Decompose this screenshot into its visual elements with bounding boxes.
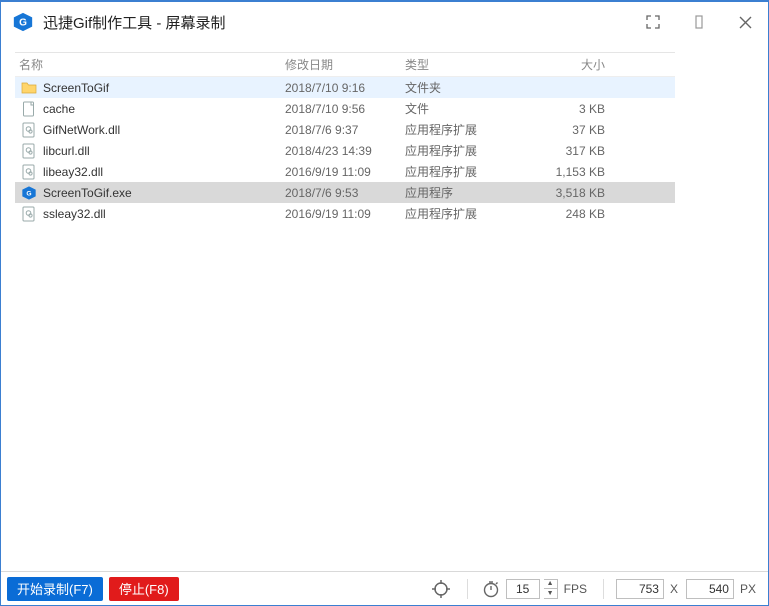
file-size: 248 KB xyxy=(515,207,615,221)
file-row[interactable]: libeay32.dll2016/9/19 11:09应用程序扩展1,153 K… xyxy=(15,161,675,182)
fps-spin-up[interactable]: ▲ xyxy=(544,580,557,590)
file-row[interactable]: G ScreenToGif.exe2018/7/6 9:53应用程序3,518 K… xyxy=(15,182,675,203)
fps-input[interactable] xyxy=(506,579,540,599)
footer-bar: 开始录制(F7) 停止(F8) xyxy=(1,571,768,605)
exe-icon: G xyxy=(21,185,37,201)
footer-separator-2 xyxy=(603,579,604,599)
close-icon xyxy=(739,16,752,29)
file-name: GifNetWork.dll xyxy=(43,123,285,137)
file-size: 317 KB xyxy=(515,144,615,158)
file-date: 2016/9/19 11:09 xyxy=(285,165,405,179)
file-list-header[interactable]: 名称 修改日期 类型 大小 xyxy=(15,53,675,77)
target-button[interactable] xyxy=(427,575,455,603)
timer-icon xyxy=(482,580,500,598)
file-row[interactable]: ssleay32.dll2016/9/19 11:09应用程序扩展248 KB xyxy=(15,203,675,224)
dll-icon xyxy=(21,164,37,180)
file-row[interactable]: libcurl.dll2018/4/23 14:39应用程序扩展317 KB xyxy=(15,140,675,161)
dll-icon xyxy=(21,143,37,159)
minimize-button[interactable] xyxy=(676,2,722,42)
folder-icon xyxy=(21,80,37,96)
column-header-name[interactable]: 名称 xyxy=(15,56,285,73)
file-name: libcurl.dll xyxy=(43,144,285,158)
minimize-icon xyxy=(692,15,706,29)
maximize-icon xyxy=(646,15,660,29)
dll-icon xyxy=(21,122,37,138)
file-date: 2018/7/10 9:56 xyxy=(285,102,405,116)
file-type: 应用程序 xyxy=(405,184,515,201)
file-name: ScreenToGif xyxy=(43,81,285,95)
file-size: 37 KB xyxy=(515,123,615,137)
column-header-type[interactable]: 类型 xyxy=(405,56,515,73)
app-logo-icon: G xyxy=(11,10,35,34)
file-name: ssleay32.dll xyxy=(43,207,285,221)
width-input[interactable] xyxy=(616,579,664,599)
column-header-date[interactable]: 修改日期 xyxy=(285,56,405,73)
file-row[interactable]: cache2018/7/10 9:56文件3 KB xyxy=(15,98,675,119)
file-date: 2018/7/6 9:37 xyxy=(285,123,405,137)
file-type: 文件 xyxy=(405,100,515,117)
file-date: 2018/7/10 9:16 xyxy=(285,81,405,95)
content-area: 名称 修改日期 类型 大小 ScreenToGif2018/7/10 9:16文… xyxy=(1,42,768,571)
stop-record-button[interactable]: 停止(F8) xyxy=(109,577,179,601)
column-header-size[interactable]: 大小 xyxy=(515,56,615,73)
file-size: 1,153 KB xyxy=(515,165,615,179)
start-record-button[interactable]: 开始录制(F7) xyxy=(7,577,103,601)
file-size: 3,518 KB xyxy=(515,186,615,200)
file-date: 2018/7/6 9:53 xyxy=(285,186,405,200)
px-unit-label: PX xyxy=(740,582,756,596)
file-name: cache xyxy=(43,102,285,116)
fps-spin-down[interactable]: ▼ xyxy=(544,589,557,598)
file-type: 应用程序扩展 xyxy=(405,163,515,180)
svg-text:G: G xyxy=(26,190,31,197)
file-name: libeay32.dll xyxy=(43,165,285,179)
size-x-label: X xyxy=(670,582,678,596)
fps-unit-label: FPS xyxy=(564,582,587,596)
app-window: G 迅捷Gif制作工具 - 屏幕录制 名称 修改日期 类型 xyxy=(0,0,769,606)
timer-button[interactable] xyxy=(480,575,502,603)
titlebar: G 迅捷Gif制作工具 - 屏幕录制 xyxy=(1,2,768,42)
file-icon xyxy=(21,101,37,117)
file-row[interactable]: GifNetWork.dll2018/7/6 9:37应用程序扩展37 KB xyxy=(15,119,675,140)
file-type: 应用程序扩展 xyxy=(405,142,515,159)
height-input[interactable] xyxy=(686,579,734,599)
fps-spinner[interactable]: ▲ ▼ xyxy=(544,579,558,599)
target-icon xyxy=(431,579,451,599)
fps-group: ▲ ▼ FPS xyxy=(480,575,591,603)
close-button[interactable] xyxy=(722,2,768,42)
file-type: 文件夹 xyxy=(405,79,515,96)
file-pane: 名称 修改日期 类型 大小 ScreenToGif2018/7/10 9:16文… xyxy=(15,52,675,224)
footer-separator-1 xyxy=(467,579,468,599)
file-size: 3 KB xyxy=(515,102,615,116)
file-name: ScreenToGif.exe xyxy=(43,186,285,200)
dll-icon xyxy=(21,206,37,222)
file-row[interactable]: ScreenToGif2018/7/10 9:16文件夹 xyxy=(15,77,675,98)
file-type: 应用程序扩展 xyxy=(405,121,515,138)
svg-text:G: G xyxy=(19,18,27,29)
file-list: ScreenToGif2018/7/10 9:16文件夹cache2018/7/… xyxy=(15,77,675,224)
file-type: 应用程序扩展 xyxy=(405,205,515,222)
maximize-button[interactable] xyxy=(630,2,676,42)
file-date: 2018/4/23 14:39 xyxy=(285,144,405,158)
file-date: 2016/9/19 11:09 xyxy=(285,207,405,221)
window-title: 迅捷Gif制作工具 - 屏幕录制 xyxy=(43,12,226,33)
size-group: X PX xyxy=(616,579,760,599)
